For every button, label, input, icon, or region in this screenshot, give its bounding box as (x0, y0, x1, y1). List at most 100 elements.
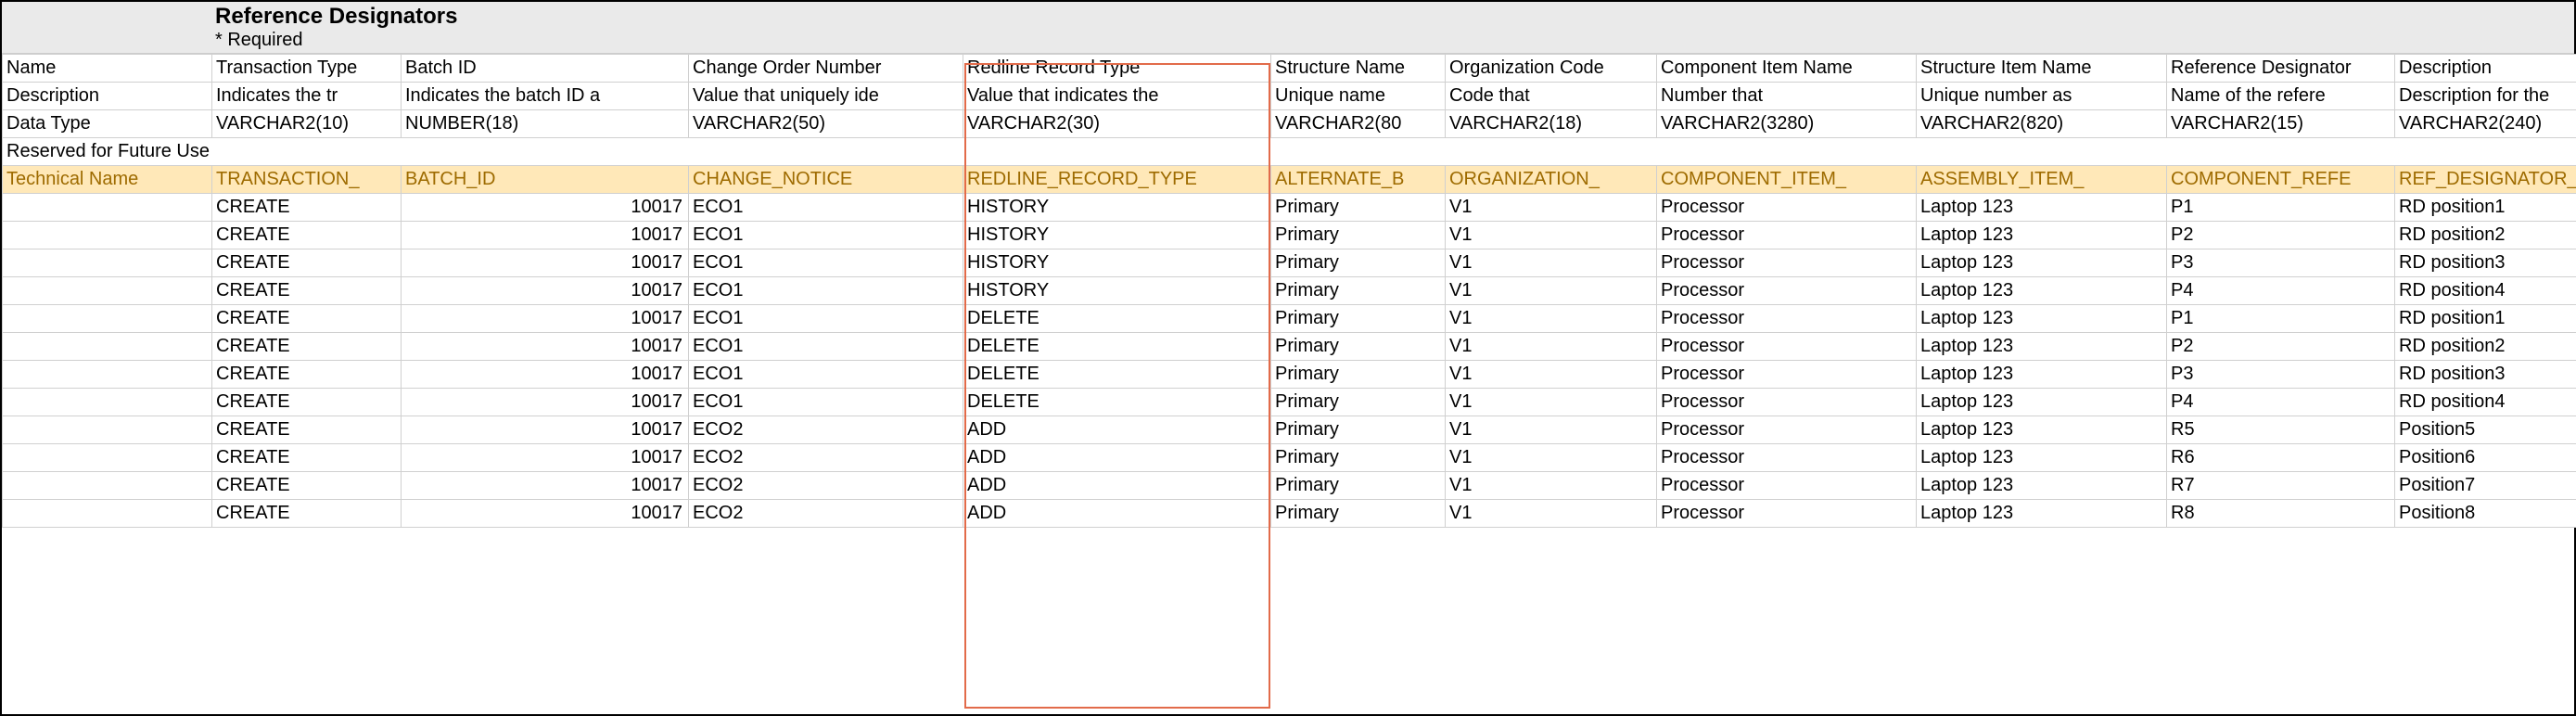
cell-org-code[interactable]: V1 (1446, 472, 1657, 500)
row-label[interactable] (3, 333, 212, 361)
col-header-dtype[interactable]: VARCHAR2(80 (1271, 110, 1446, 138)
cell-structure-name[interactable]: Primary (1271, 333, 1446, 361)
cell-structure-item[interactable]: Laptop 123 (1917, 194, 2167, 222)
cell-structure-item[interactable]: Laptop 123 (1917, 361, 2167, 389)
cell-transaction-type[interactable]: CREATE (212, 361, 402, 389)
cell-structure-name[interactable]: Primary (1271, 361, 1446, 389)
cell-batch-id[interactable]: 10017 (402, 500, 689, 528)
cell-structure-name[interactable]: Primary (1271, 389, 1446, 416)
spreadsheet-grid[interactable]: NameTransaction TypeBatch IDChange Order… (2, 54, 2576, 528)
cell-component-item[interactable]: Processor (1657, 472, 1917, 500)
cell-structure-name[interactable]: Primary (1271, 305, 1446, 333)
cell-structure-item[interactable]: Laptop 123 (1917, 222, 2167, 249)
col-header-dtype[interactable]: VARCHAR2(10) (212, 110, 402, 138)
row-label[interactable]: Data Type (3, 110, 212, 138)
cell-batch-id[interactable]: 10017 (402, 222, 689, 249)
cell-structure-item[interactable]: Laptop 123 (1917, 416, 2167, 444)
cell-reference-designator[interactable]: P1 (2167, 194, 2395, 222)
col-header-desc[interactable]: Number that (1657, 83, 1917, 110)
col-header-desc[interactable]: Code that (1446, 83, 1657, 110)
cell-redline-type[interactable]: HISTORY (963, 194, 1271, 222)
cell-batch-id[interactable]: 10017 (402, 361, 689, 389)
cell-description[interactable]: RD position1 (2395, 194, 2576, 222)
cell-structure-name[interactable]: Primary (1271, 500, 1446, 528)
cell-reference-designator[interactable]: P2 (2167, 222, 2395, 249)
cell-transaction-type[interactable]: CREATE (212, 500, 402, 528)
cell-description[interactable]: Position5 (2395, 416, 2576, 444)
cell-change-order[interactable]: ECO2 (689, 500, 963, 528)
cell-structure-item[interactable]: Laptop 123 (1917, 277, 2167, 305)
cell-transaction-type[interactable]: CREATE (212, 444, 402, 472)
cell-structure-name[interactable]: Primary (1271, 444, 1446, 472)
cell-change-order[interactable]: ECO1 (689, 194, 963, 222)
col-header-desc[interactable]: Unique name (1271, 83, 1446, 110)
cell-component-item[interactable]: Processor (1657, 222, 1917, 249)
cell-component-item[interactable]: Processor (1657, 416, 1917, 444)
cell-reference-designator[interactable]: P4 (2167, 389, 2395, 416)
cell-component-item[interactable]: Processor (1657, 249, 1917, 277)
row-label[interactable]: Description (3, 83, 212, 110)
col-header-name[interactable]: Structure Name (1271, 55, 1446, 83)
cell-redline-type[interactable]: ADD (963, 500, 1271, 528)
cell-change-order[interactable]: ECO1 (689, 305, 963, 333)
cell-component-item[interactable]: Processor (1657, 277, 1917, 305)
col-header-tech[interactable]: ASSEMBLY_ITEM_ (1917, 166, 2167, 194)
col-header-desc[interactable]: Indicates the tr (212, 83, 402, 110)
cell-transaction-type[interactable]: CREATE (212, 416, 402, 444)
row-label[interactable] (3, 389, 212, 416)
cell-batch-id[interactable]: 10017 (402, 249, 689, 277)
cell-reference-designator[interactable]: R5 (2167, 416, 2395, 444)
col-header-name[interactable]: Organization Code (1446, 55, 1657, 83)
col-header-name[interactable]: Transaction Type (212, 55, 402, 83)
col-header-desc[interactable]: Value that uniquely ide (689, 83, 963, 110)
cell-reference-designator[interactable]: R6 (2167, 444, 2395, 472)
cell-component-item[interactable]: Processor (1657, 333, 1917, 361)
cell-change-order[interactable]: ECO1 (689, 361, 963, 389)
cell-reference-designator[interactable]: P2 (2167, 333, 2395, 361)
cell-batch-id[interactable]: 10017 (402, 333, 689, 361)
cell-org-code[interactable]: V1 (1446, 277, 1657, 305)
col-header-name[interactable]: Reference Designator (2167, 55, 2395, 83)
cell-redline-type[interactable]: ADD (963, 444, 1271, 472)
cell-reference-designator[interactable]: P3 (2167, 361, 2395, 389)
cell-transaction-type[interactable]: CREATE (212, 222, 402, 249)
col-header-tech[interactable]: COMPONENT_ITEM_ (1657, 166, 1917, 194)
row-label[interactable] (3, 444, 212, 472)
cell-transaction-type[interactable]: CREATE (212, 472, 402, 500)
cell-change-order[interactable]: ECO2 (689, 472, 963, 500)
cell-redline-type[interactable]: ADD (963, 472, 1271, 500)
cell-reference-designator[interactable]: R7 (2167, 472, 2395, 500)
col-header-tech[interactable]: COMPONENT_REFE (2167, 166, 2395, 194)
cell-transaction-type[interactable]: CREATE (212, 249, 402, 277)
cell-structure-name[interactable]: Primary (1271, 249, 1446, 277)
cell-description[interactable]: RD position1 (2395, 305, 2576, 333)
cell-component-item[interactable]: Processor (1657, 305, 1917, 333)
col-header-tech[interactable]: REDLINE_RECORD_TYPE (963, 166, 1271, 194)
col-header-dtype[interactable]: VARCHAR2(820) (1917, 110, 2167, 138)
cell-description[interactable]: Position6 (2395, 444, 2576, 472)
col-header-desc[interactable]: Indicates the batch ID a (402, 83, 689, 110)
col-header-name[interactable]: Batch ID (402, 55, 689, 83)
cell-component-item[interactable]: Processor (1657, 500, 1917, 528)
cell-change-order[interactable]: ECO1 (689, 333, 963, 361)
col-header-name[interactable]: Redline Record Type (963, 55, 1271, 83)
cell-description[interactable]: Position8 (2395, 500, 2576, 528)
cell-batch-id[interactable]: 10017 (402, 194, 689, 222)
cell-structure-item[interactable]: Laptop 123 (1917, 249, 2167, 277)
col-header-dtype[interactable]: VARCHAR2(3280) (1657, 110, 1917, 138)
col-header-tech[interactable]: BATCH_ID (402, 166, 689, 194)
row-label[interactable] (3, 277, 212, 305)
cell-structure-item[interactable]: Laptop 123 (1917, 389, 2167, 416)
cell-redline-type[interactable]: HISTORY (963, 249, 1271, 277)
cell-reference-designator[interactable]: P1 (2167, 305, 2395, 333)
row-label[interactable] (3, 416, 212, 444)
cell-component-item[interactable]: Processor (1657, 444, 1917, 472)
cell-org-code[interactable]: V1 (1446, 333, 1657, 361)
col-header-dtype[interactable]: VARCHAR2(18) (1446, 110, 1657, 138)
col-header-dtype[interactable]: VARCHAR2(240) (2395, 110, 2576, 138)
cell-structure-name[interactable]: Primary (1271, 472, 1446, 500)
cell-description[interactable]: RD position2 (2395, 222, 2576, 249)
cell-structure-name[interactable]: Primary (1271, 277, 1446, 305)
cell-component-item[interactable]: Processor (1657, 361, 1917, 389)
col-header-dtype[interactable]: VARCHAR2(50) (689, 110, 963, 138)
